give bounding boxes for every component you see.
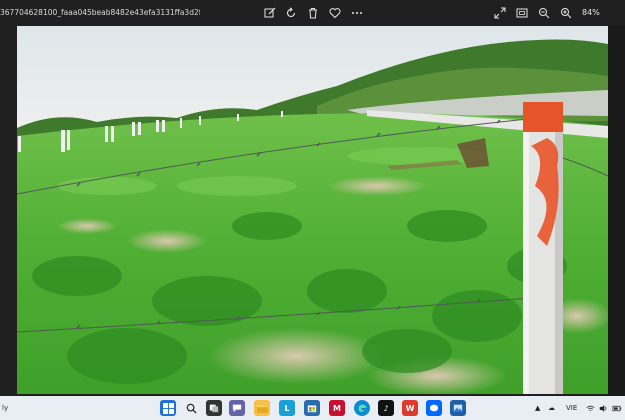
search-icon[interactable] [183,400,199,416]
store-icon[interactable] [304,400,320,416]
rotate-icon[interactable] [283,5,299,21]
weather-widget[interactable]: ly [2,396,8,420]
zoom-out-icon[interactable] [536,5,552,21]
start-icon[interactable] [160,400,176,416]
photos-icon[interactable] [450,400,466,416]
edit-icon[interactable] [262,5,278,21]
title-bar: 367704628100_faaa045beab8482e43efa3131ff… [0,0,625,26]
language-indicator[interactable]: VIE [566,396,577,420]
zoom-in-icon[interactable] [558,5,574,21]
zalo-icon[interactable] [426,400,442,416]
battery-icon[interactable] [612,396,622,420]
photos-app-window: 367704628100_faaa045beab8482e43efa3131ff… [0,0,625,420]
task-view-icon[interactable] [206,400,222,416]
photo-viewport[interactable] [0,26,625,396]
fit-icon[interactable] [514,5,530,21]
mcafee-icon[interactable]: M [329,400,345,416]
tray-chevron-icon[interactable]: ▲ [535,396,540,420]
file-name: 367704628100_faaa045beab8482e43efa3131ff… [0,8,200,17]
wps-icon[interactable]: W [402,400,418,416]
taskbar: ly L M ♪ W ▲ ☁ VIE [0,396,625,420]
wifi-icon[interactable] [586,396,595,420]
edge-icon[interactable] [354,400,370,416]
cloud-icon[interactable]: ☁ [548,396,555,420]
tiktok-icon[interactable]: ♪ [378,400,394,416]
volume-icon[interactable] [599,396,608,420]
chat-icon[interactable] [229,400,245,416]
right-gutter [608,26,625,396]
more-icon[interactable] [349,5,365,21]
zoom-level: 84% [582,8,600,17]
file-explorer-icon[interactable] [254,400,270,416]
photo-image [17,26,608,394]
fullscreen-icon[interactable] [492,5,508,21]
delete-icon[interactable] [305,5,321,21]
favorite-icon[interactable] [327,5,343,21]
l-app-icon[interactable]: L [279,400,295,416]
